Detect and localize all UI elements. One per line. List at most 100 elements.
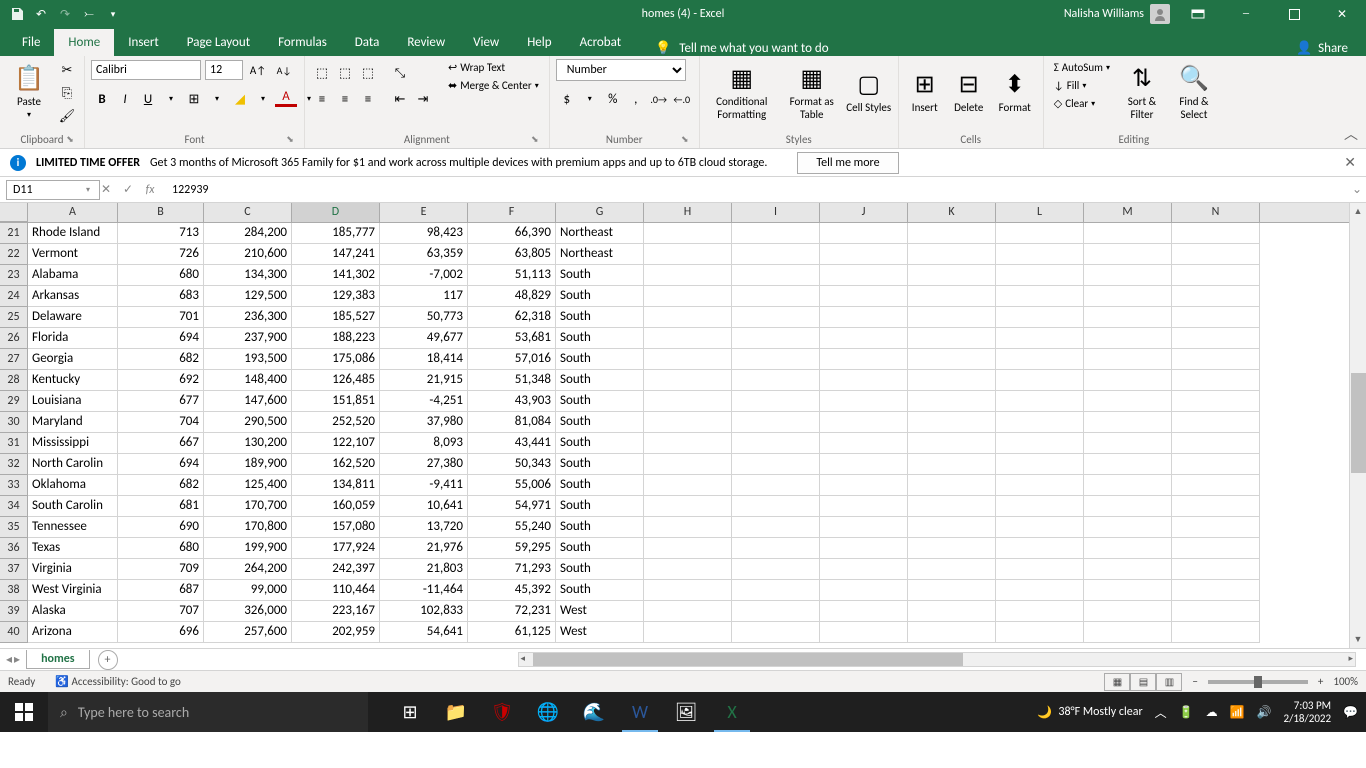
fill-button[interactable]: ↓Fill ▾ (1050, 77, 1114, 94)
cell[interactable]: 54,641 (380, 622, 468, 643)
tab-insert[interactable]: Insert (114, 29, 173, 56)
cell[interactable]: 709 (118, 559, 204, 580)
row-header[interactable]: 25 (0, 307, 28, 328)
cell[interactable]: North Carolin (28, 454, 118, 475)
column-headers[interactable]: ABCDEFGHIJKLMN (0, 203, 1349, 223)
cell[interactable] (908, 622, 996, 643)
cell[interactable]: Mississippi (28, 433, 118, 454)
cell[interactable]: Arizona (28, 622, 118, 643)
cell[interactable] (1084, 517, 1172, 538)
photos-icon[interactable]: 🖼 (664, 692, 708, 732)
paste-button[interactable]: 📋 Paste ▾ (6, 59, 52, 125)
conditional-formatting-button[interactable]: ▦Conditional Formatting (706, 59, 778, 125)
cell[interactable]: Northeast (556, 244, 644, 265)
new-sheet-button[interactable]: + (98, 650, 118, 670)
cell[interactable]: 237,900 (204, 328, 292, 349)
vertical-scrollbar[interactable]: ▲ ▼ (1349, 203, 1366, 648)
cell[interactable] (820, 412, 908, 433)
cell[interactable] (1172, 328, 1260, 349)
cell[interactable] (1084, 454, 1172, 475)
chrome-icon[interactable]: 🌐 (526, 692, 570, 732)
cell[interactable]: Vermont (28, 244, 118, 265)
redo-icon[interactable]: ↷ (54, 3, 76, 25)
cell[interactable]: 680 (118, 538, 204, 559)
wifi-icon[interactable]: 📶 (1230, 705, 1245, 720)
underline-icon[interactable]: U (137, 88, 159, 110)
col-header-H[interactable]: H (644, 203, 732, 222)
font-name-input[interactable] (91, 60, 201, 80)
cell[interactable]: 707 (118, 601, 204, 622)
cell[interactable]: 99,000 (204, 580, 292, 601)
cell[interactable] (908, 349, 996, 370)
font-size-input[interactable] (205, 60, 243, 80)
col-header-B[interactable]: B (118, 203, 204, 222)
row-header[interactable]: 28 (0, 370, 28, 391)
cell[interactable]: 175,086 (292, 349, 380, 370)
cell[interactable] (908, 370, 996, 391)
cell[interactable] (820, 223, 908, 244)
cell[interactable]: 51,348 (468, 370, 556, 391)
cell[interactable]: 21,803 (380, 559, 468, 580)
taskbar-search[interactable]: ⌕ Type here to search (48, 692, 368, 732)
maximize-icon[interactable] (1274, 0, 1314, 28)
cell[interactable] (644, 559, 732, 580)
cell[interactable] (644, 433, 732, 454)
edge-icon[interactable]: 🌊 (572, 692, 616, 732)
cell[interactable] (820, 349, 908, 370)
cell[interactable] (732, 517, 820, 538)
tab-formulas[interactable]: Formulas (264, 29, 341, 56)
cell[interactable]: Northeast (556, 223, 644, 244)
cell[interactable] (732, 496, 820, 517)
cell[interactable] (1172, 391, 1260, 412)
cell[interactable]: Alaska (28, 601, 118, 622)
cancel-formula-icon[interactable]: ✕ (96, 180, 116, 200)
cell[interactable]: 687 (118, 580, 204, 601)
zoom-slider[interactable] (1208, 680, 1308, 684)
cell[interactable] (644, 517, 732, 538)
col-header-C[interactable]: C (204, 203, 292, 222)
cell[interactable]: 49,677 (380, 328, 468, 349)
tab-acrobat[interactable]: Acrobat (566, 29, 636, 56)
cell[interactable] (820, 622, 908, 643)
row-header[interactable]: 30 (0, 412, 28, 433)
row-header[interactable]: 24 (0, 286, 28, 307)
cell[interactable]: 199,900 (204, 538, 292, 559)
cell[interactable]: 681 (118, 496, 204, 517)
cell[interactable] (644, 412, 732, 433)
cell[interactable]: South (556, 538, 644, 559)
cell[interactable] (1172, 475, 1260, 496)
cell[interactable]: 51,113 (468, 265, 556, 286)
col-header-D[interactable]: D (292, 203, 380, 222)
cell[interactable] (820, 538, 908, 559)
cell[interactable]: 682 (118, 349, 204, 370)
tab-file[interactable]: File (8, 29, 54, 56)
wrap-text-button[interactable]: ↩Wrap Text (444, 59, 543, 76)
align-left-icon[interactable]: ≡ (311, 88, 333, 110)
cell[interactable]: 122,107 (292, 433, 380, 454)
col-header-I[interactable]: I (732, 203, 820, 222)
cell[interactable]: 53,681 (468, 328, 556, 349)
cell[interactable] (1172, 454, 1260, 475)
cell[interactable]: 694 (118, 454, 204, 475)
cell[interactable]: Oklahoma (28, 475, 118, 496)
cell[interactable]: South (556, 496, 644, 517)
cell[interactable]: 43,441 (468, 433, 556, 454)
cell[interactable] (996, 223, 1084, 244)
number-format-select[interactable]: Number (556, 59, 686, 81)
col-header-G[interactable]: G (556, 203, 644, 222)
cell[interactable] (1172, 223, 1260, 244)
cell[interactable]: 202,959 (292, 622, 380, 643)
cell[interactable]: 57,016 (468, 349, 556, 370)
cell[interactable] (996, 580, 1084, 601)
cell[interactable]: 59,295 (468, 538, 556, 559)
border-icon[interactable]: ⊞ (183, 88, 205, 110)
user-account[interactable]: Nalisha Williams (1064, 4, 1170, 24)
cell[interactable]: 193,500 (204, 349, 292, 370)
dialog-launcher-icon[interactable]: ⬊ (679, 134, 691, 146)
merge-center-button[interactable]: ⬌Merge & Center ▾ (444, 77, 543, 94)
cell[interactable] (1172, 601, 1260, 622)
cell[interactable]: 62,318 (468, 307, 556, 328)
cell[interactable] (820, 391, 908, 412)
file-explorer-icon[interactable]: 📁 (434, 692, 478, 732)
cell[interactable]: 110,464 (292, 580, 380, 601)
